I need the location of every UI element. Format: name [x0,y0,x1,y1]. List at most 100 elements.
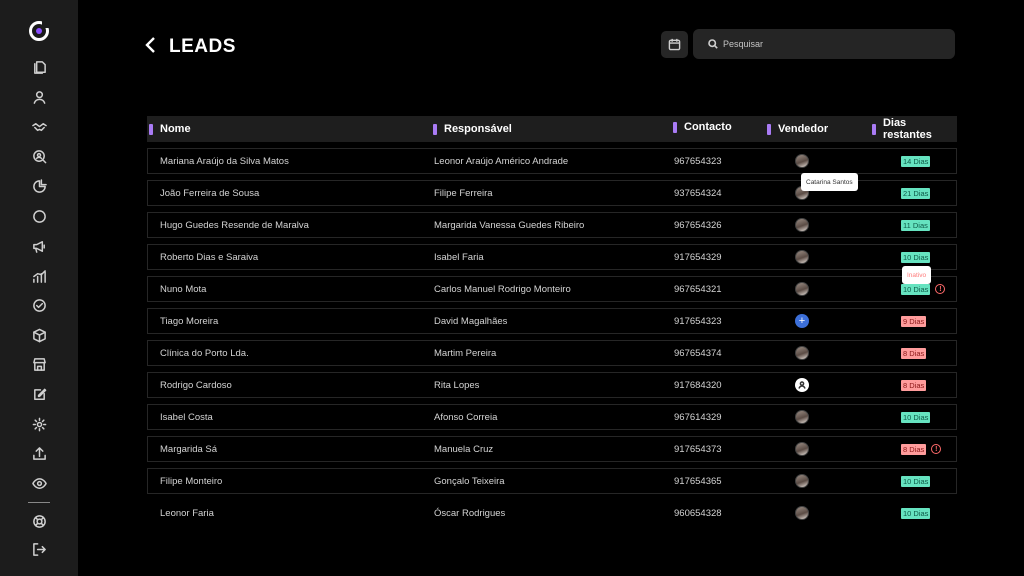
search-bar[interactable] [693,29,955,59]
table-row[interactable]: Roberto Dias e Saraiva Isabel Faria 917654… [147,244,957,270]
cell-vendedor: + [794,309,810,333]
warning-icon[interactable]: ! [935,284,946,294]
cell-responsavel: Rita Lopes [434,379,480,391]
box-icon[interactable] [29,325,49,345]
store-icon[interactable] [29,354,49,374]
cell-responsavel: Isabel Faria [434,251,484,263]
cell-dias: 11 Dias [901,213,930,237]
search-person-icon[interactable] [29,146,49,166]
settings-icon[interactable] [29,414,49,434]
header-marker [673,121,677,133]
table-row[interactable]: Mariana Araújo da Silva Matos Leonor Araú… [147,148,957,174]
cell-nome: Hugo Guedes Resende de Maralva [160,219,309,231]
logout-icon[interactable] [29,539,49,559]
user-icon[interactable] [29,87,49,107]
documents-icon[interactable] [29,57,49,77]
table-body: Mariana Araújo da Silva Matos Leonor Araú… [147,148,957,526]
cell-nome: Roberto Dias e Saraiva [160,251,259,263]
warning-icon[interactable]: ! [931,444,942,454]
cell-contacto: 967614329 [674,411,722,423]
cell-contacto: 967654326 [674,219,722,231]
search-input[interactable] [723,39,923,49]
calendar-icon [668,38,681,51]
cell-dias: 10 Dias [901,405,931,429]
status-badge: 10 Dias [901,507,931,519]
table-row[interactable]: Tiago Moreira David Magalhães 917654323 +9 … [147,308,957,334]
cell-nome: Nuno Mota [160,283,207,295]
status-badge: 14 Dias [901,155,931,167]
cell-contacto: 917654323 [674,315,722,327]
avatar[interactable] [795,250,809,264]
table-row[interactable]: Margarida Sá Manuela Cruz 917654373 8 Dias! [147,436,957,462]
table-row[interactable]: Nuno Mota Carlos Manuel Rodrigo Monteiro 9… [147,276,957,302]
cell-nome: Filipe Monteiro [160,475,223,487]
table-row[interactable]: Rodrigo Cardoso Rita Lopes 917684320 8 Dias [147,372,957,398]
avatar[interactable] [795,506,809,520]
header-marker [872,123,876,135]
cell-contacto: 917654329 [674,251,722,263]
user-placeholder-icon[interactable] [795,378,809,392]
vendedor-tooltip: Catarina Santos [801,173,858,191]
bar-chart-icon[interactable] [29,266,49,286]
check-circle-icon[interactable] [29,295,49,315]
status-badge: 9 Dias [901,315,927,327]
calendar-button[interactable] [661,31,688,58]
cell-responsavel: Filipe Ferreira [434,187,493,199]
avatar[interactable] [795,410,809,424]
cell-vendedor [794,405,810,429]
cell-nome: João Ferreira de Sousa [160,187,260,199]
table-header: Nome Responsável Contacto Vendedor Dias … [147,116,957,142]
cell-responsavel: David Magalhães [434,315,508,327]
cell-dias: 21 Dias [901,181,931,205]
cell-responsavel: Carlos Manuel Rodrigo Monteiro [434,283,571,295]
status-badge: 8 Dias [901,347,927,359]
cell-nome: Tiago Moreira [160,315,219,327]
cell-responsavel: Óscar Rodrigues [434,507,506,519]
header-marker [149,123,153,135]
cell-contacto: 967654321 [674,283,722,295]
table-row[interactable]: Clínica do Porto Lda. Martim Pereira 96765… [147,340,957,366]
header-contacto[interactable]: Contacto [673,114,732,140]
header-responsavel[interactable]: Responsável [433,116,512,142]
header-nome[interactable]: Nome [149,116,191,142]
header-vendedor[interactable]: Vendedor [767,116,828,142]
table-row[interactable]: Leonor Faria Óscar Rodrigues 960654328 10 D… [147,500,957,526]
cell-vendedor [794,469,810,493]
circle-icon[interactable] [29,206,49,226]
avatar[interactable] [795,474,809,488]
table-row[interactable]: Filipe Monteiro Gonçalo Teixeira 917654365… [147,468,957,494]
megaphone-icon[interactable] [29,236,49,256]
logo-icon[interactable] [29,20,50,41]
avatar[interactable] [795,282,809,296]
header-dias[interactable]: Dias restantes [872,116,957,142]
eye-icon[interactable] [29,473,49,493]
sidebar-divider [28,502,50,503]
status-badge: 8 Dias [901,379,927,391]
pie-chart-icon[interactable] [29,176,49,196]
avatar[interactable] [795,154,809,168]
header-marker [433,123,437,135]
cell-vendedor [794,245,810,269]
back-button[interactable] [144,36,160,56]
table-row[interactable]: Hugo Guedes Resende de Maralva Margarida … [147,212,957,238]
cell-contacto: 967654374 [674,347,722,359]
page-title: LEADS [169,36,236,57]
help-icon[interactable] [29,511,49,531]
cell-responsavel: Margarida Vanessa Guedes Ribeiro [434,219,585,231]
cell-vendedor [794,277,810,301]
upload-icon[interactable] [29,443,49,463]
cell-nome: Mariana Araújo da Silva Matos [160,155,289,167]
sidebar [0,0,78,576]
cell-dias: 9 Dias [901,309,927,333]
cell-responsavel: Martim Pereira [434,347,497,359]
avatar[interactable] [795,346,809,360]
avatar[interactable] [795,442,809,456]
avatar[interactable] [795,218,809,232]
table-row[interactable]: Isabel Costa Afonso Correia 967614329 10 Di… [147,404,957,430]
cell-dias: 10 Dias [901,469,931,493]
cell-nome: Margarida Sá [160,443,218,455]
handshake-icon[interactable] [29,117,49,137]
cell-responsavel: Manuela Cruz [434,443,494,455]
add-vendedor-icon[interactable]: + [795,314,809,328]
edit-icon[interactable] [29,384,49,404]
